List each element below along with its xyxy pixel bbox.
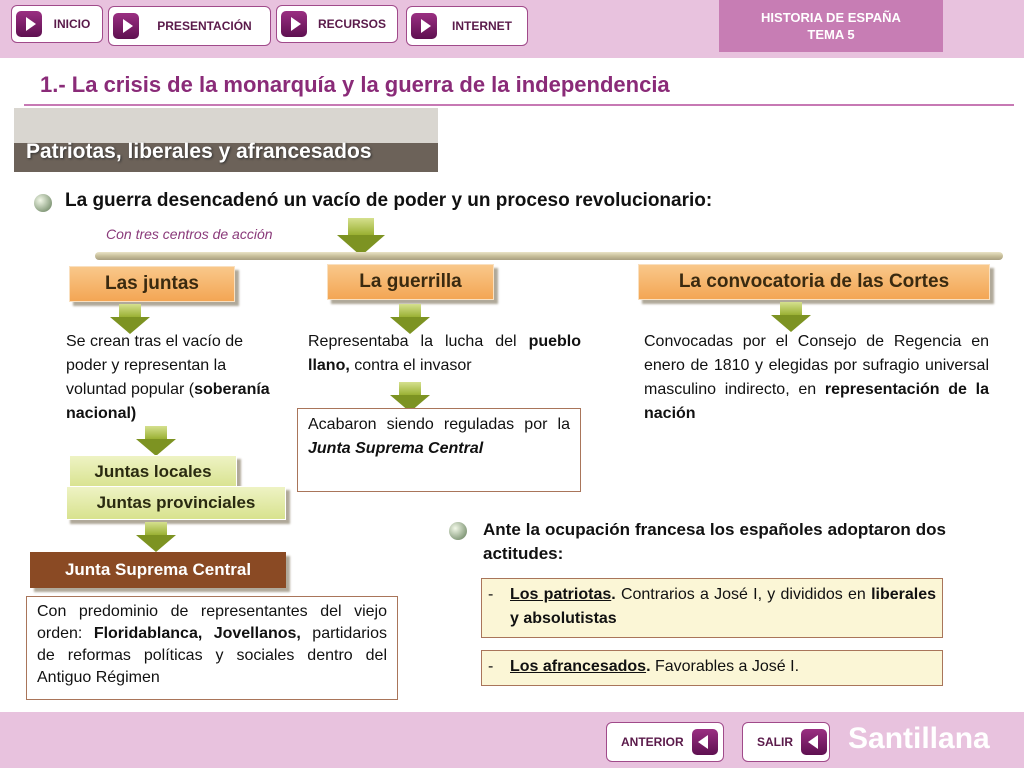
down-arrow-icon <box>771 302 811 332</box>
centros-subtitle: Con tres centros de acción <box>106 226 273 242</box>
back-arrow-icon <box>801 729 827 755</box>
bullet-icon <box>449 522 467 540</box>
santillana-logo: Santillana <box>848 722 990 755</box>
dash-marker: - <box>488 658 494 675</box>
junta-suprema-header: Junta Suprema Central <box>30 552 286 588</box>
nav-presentacion-button[interactable]: PRESENTACIÓN <box>108 6 271 46</box>
nav-inicio-button[interactable]: INICIO <box>11 5 103 43</box>
juntas-provinciales-box: Juntas provinciales <box>66 486 286 520</box>
juntas-provinciales-label: Juntas provinciales <box>96 493 256 512</box>
guerrilla-box-text: Acabaron siendo reguladas por la <box>308 416 570 433</box>
play-icon <box>16 11 42 37</box>
down-arrow-icon <box>136 522 176 552</box>
tema-number: TEMA 5 <box>807 27 855 42</box>
afrancesados-label: Los afrancesados <box>510 658 647 675</box>
patriotas-box: - Los patriotas. Contrarios a José I, y … <box>481 578 943 638</box>
juntas-locales-box: Juntas locales <box>69 455 237 489</box>
salir-button[interactable]: SALIR <box>742 722 830 762</box>
afrancesados-text: Favorables a José I. <box>650 658 800 675</box>
juntas-description: Se crean tras el vacío de poder y repres… <box>66 330 285 426</box>
guerrilla-box: Acabaron siendo reguladas por la Junta S… <box>297 408 581 492</box>
centro-cortes-label: La convocatoria de las Cortes <box>678 271 950 292</box>
anterior-label: ANTERIOR <box>621 735 684 749</box>
junta-suprema-central-text: Junta Suprema Central <box>308 440 484 457</box>
tema-badge: HISTORIA DE ESPAÑA TEMA 5 <box>719 0 943 52</box>
title-divider <box>24 104 1014 106</box>
patriotas-text: Contrarios a José I, y divididos en <box>615 586 872 603</box>
down-arrow-icon <box>136 426 176 456</box>
centro-juntas-label: Las juntas <box>105 273 199 294</box>
horizontal-connector <box>95 252 1003 260</box>
afrancesados-box: - Los afrancesados. Favorables a José I. <box>481 650 943 686</box>
centro-guerrilla-label: La guerrilla <box>359 271 462 292</box>
nav-recursos-button[interactable]: RECURSOS <box>276 5 398 43</box>
back-arrow-icon <box>691 729 718 755</box>
nav-presentacion-label: PRESENTACIÓN <box>157 19 252 33</box>
nav-recursos-label: RECURSOS <box>317 17 386 31</box>
section-title: Patriotas, liberales y afrancesados <box>26 140 372 163</box>
down-arrow-icon <box>337 218 385 256</box>
play-icon <box>411 13 437 39</box>
juntas-locales-label: Juntas locales <box>94 462 212 481</box>
dash-marker: - <box>488 586 494 603</box>
patriotas-label: Los patriotas <box>510 586 612 603</box>
cortes-description: Convocadas por el Consejo de Regencia en… <box>644 330 989 426</box>
page-title: 1.- La crisis de la monarquía y la guerr… <box>40 72 670 97</box>
actitudes-text: Ante la ocupación francesa los españoles… <box>483 520 946 563</box>
anterior-button[interactable]: ANTERIOR <box>606 722 724 762</box>
guerrilla-description: Representaba la lucha del pueblo llano, … <box>308 330 581 378</box>
nav-inicio-label: INICIO <box>53 17 91 31</box>
lead-text: La guerra desencadenó un vacío de poder … <box>65 190 713 211</box>
nav-internet-button[interactable]: INTERNET <box>406 6 528 46</box>
bullet-icon <box>34 194 52 212</box>
tema-subject: HISTORIA DE ESPAÑA <box>761 10 901 25</box>
suprema-names-text: Floridablanca, Jovellanos, <box>93 625 301 642</box>
junta-suprema-label: Junta Suprema Central <box>64 560 252 579</box>
centro-guerrilla-header: La guerrilla <box>327 264 494 300</box>
play-icon <box>281 11 307 37</box>
play-icon <box>113 13 139 39</box>
nav-internet-label: INTERNET <box>452 19 512 33</box>
centro-juntas-header: Las juntas <box>69 266 235 302</box>
junta-suprema-box: Con predominio de representantes del vie… <box>26 596 398 700</box>
centro-cortes-header: La convocatoria de las Cortes <box>638 264 990 300</box>
salir-label: SALIR <box>757 735 793 749</box>
guerrilla-desc-text-2: contra el invasor <box>349 357 472 374</box>
guerrilla-desc-text: Representaba la lucha del <box>308 333 529 350</box>
